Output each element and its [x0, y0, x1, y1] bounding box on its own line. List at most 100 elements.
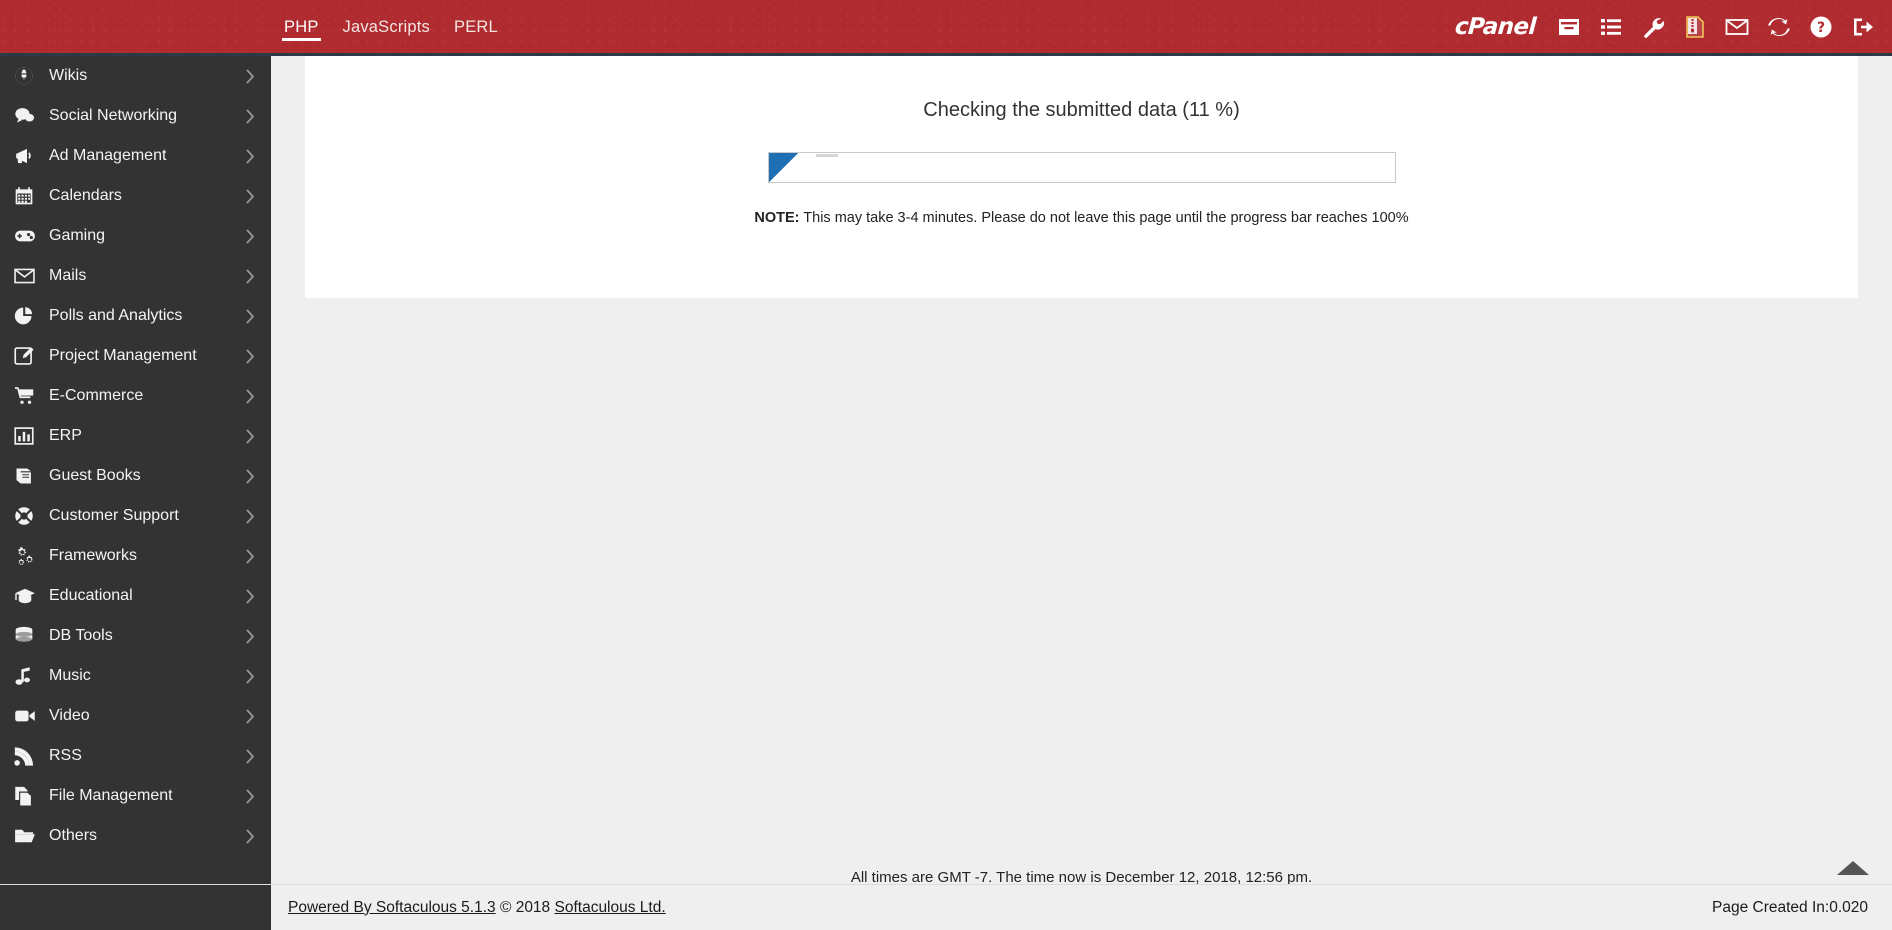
progress-bar: [767, 152, 1396, 183]
sidebar-item-label: ERP: [49, 427, 82, 444]
chevron-right-icon: [246, 188, 255, 204]
sidebar-item-social-networking[interactable]: Social Networking: [0, 96, 271, 136]
envelope-icon[interactable]: [1724, 14, 1750, 40]
sidebar-item-others[interactable]: Others: [0, 816, 271, 856]
chat-bubbles-icon: [14, 105, 40, 127]
sidebar-item-label: RSS: [49, 747, 82, 764]
sidebar-item-ad-management[interactable]: Ad Management: [0, 136, 271, 176]
category-sidebar[interactable]: Wikis Social Networking Ad Management Ca…: [0, 56, 271, 930]
chevron-right-icon: [246, 508, 255, 524]
chevron-right-icon: [246, 268, 255, 284]
chevron-right-icon: [246, 748, 255, 764]
sidebar-item-db-tools[interactable]: DB Tools: [0, 616, 271, 656]
chevron-right-icon: [246, 828, 255, 844]
sidebar-item-label: Educational: [49, 587, 133, 604]
footer-copyright: © 2018: [499, 898, 551, 916]
book-icon: [14, 465, 40, 487]
sidebar-item-wikis[interactable]: Wikis: [0, 56, 271, 96]
sidebar-item-project-management[interactable]: Project Management: [0, 336, 271, 376]
sidebar-item-calendars[interactable]: Calendars: [0, 176, 271, 216]
tab-javascripts[interactable]: JavaScripts: [341, 5, 432, 49]
sidebar-item-rss[interactable]: RSS: [0, 736, 271, 776]
sync-refresh-icon[interactable]: [1766, 14, 1792, 40]
pencil-square-icon: [14, 345, 40, 367]
chevron-right-icon: [246, 388, 255, 404]
tab-php[interactable]: PHP: [282, 5, 321, 49]
progress-bar-fill: [768, 153, 798, 182]
rss-icon: [14, 745, 40, 767]
calendar-icon: [14, 185, 40, 207]
progress-note-text: This may take 3-4 minutes. Please do not…: [803, 210, 1409, 226]
chevron-right-icon: [246, 68, 255, 84]
footer-sidebar-filler: [0, 885, 271, 930]
sidebar-item-frameworks[interactable]: Frameworks: [0, 536, 271, 576]
sidebar-item-label: Mails: [49, 267, 87, 284]
chevron-right-icon: [246, 308, 255, 324]
footer-bar: Powered By Softaculous 5.1.3 © 2018 Soft…: [0, 884, 1892, 930]
sidebar-item-e-commerce[interactable]: E-Commerce: [0, 376, 271, 416]
progress-title: Checking the submitted data (11 %): [923, 99, 1240, 121]
page-created-time: Page Created In:0.020: [1712, 898, 1868, 916]
chevron-right-icon: [246, 788, 255, 804]
chevron-right-icon: [246, 228, 255, 244]
script-language-tabs: PHP JavaScripts PERL: [282, 0, 500, 53]
sidebar-item-label: Ad Management: [49, 147, 167, 164]
bar-chart-icon: [14, 425, 40, 447]
logout-icon[interactable]: [1850, 14, 1876, 40]
pie-chart-icon: [14, 305, 40, 327]
sidebar-item-label: Frameworks: [49, 547, 138, 564]
sidebar-item-label: File Management: [49, 787, 173, 804]
archive-box-icon[interactable]: [1556, 14, 1582, 40]
main-content-area: Checking the submitted data (11 %) NOTE:…: [271, 56, 1892, 930]
copy-files-icon: [14, 785, 40, 807]
megaphone-icon: [14, 145, 40, 167]
sidebar-item-educational[interactable]: Educational: [0, 576, 271, 616]
progress-bar-tick: [815, 154, 838, 157]
sidebar-item-label: Social Networking: [49, 107, 178, 124]
sidebar-item-music[interactable]: Music: [0, 656, 271, 696]
chevron-right-icon: [246, 548, 255, 564]
softaculous-version-link[interactable]: Powered By Softaculous 5.1.3: [288, 899, 496, 916]
sidebar-item-label: Gaming: [49, 227, 106, 244]
globe-icon: [14, 65, 40, 87]
installation-progress-card: Checking the submitted data (11 %) NOTE:…: [305, 56, 1858, 298]
video-camera-icon: [14, 705, 40, 727]
wrench-icon[interactable]: [1640, 14, 1666, 40]
sidebar-item-label: Customer Support: [49, 507, 179, 524]
sidebar-item-label: Others: [49, 827, 98, 844]
chevron-right-icon: [246, 428, 255, 444]
scroll-to-top-icon[interactable]: [1837, 861, 1869, 875]
svg-text:?: ?: [1817, 20, 1825, 36]
sidebar-item-label: Guest Books: [49, 467, 141, 484]
folder-open-icon: [14, 825, 40, 847]
gears-icon: [14, 545, 40, 567]
chevron-right-icon: [246, 588, 255, 604]
sidebar-item-customer-support[interactable]: Customer Support: [0, 496, 271, 536]
file-zip-icon[interactable]: [1682, 14, 1708, 40]
envelope-icon: [14, 265, 40, 287]
chevron-right-icon: [246, 348, 255, 364]
softaculous-company-link[interactable]: Softaculous Ltd.: [555, 899, 666, 916]
gamepad-icon: [14, 225, 40, 247]
chevron-right-icon: [246, 708, 255, 724]
graduation-cap-icon: [14, 585, 40, 607]
chevron-right-icon: [246, 108, 255, 124]
sidebar-item-label: Video: [49, 707, 90, 724]
chevron-right-icon: [246, 148, 255, 164]
sidebar-item-label: E-Commerce: [49, 387, 144, 404]
help-circle-icon[interactable]: ?: [1808, 14, 1834, 40]
sidebar-item-label: Project Management: [49, 347, 197, 364]
tab-perl[interactable]: PERL: [452, 5, 500, 49]
sidebar-item-gaming[interactable]: Gaming: [0, 216, 271, 256]
sidebar-item-erp[interactable]: ERP: [0, 416, 271, 456]
sidebar-item-video[interactable]: Video: [0, 696, 271, 736]
list-icon[interactable]: [1598, 14, 1624, 40]
sidebar-item-polls-and-analytics[interactable]: Polls and Analytics: [0, 296, 271, 336]
sidebar-item-file-management[interactable]: File Management: [0, 776, 271, 816]
sidebar-item-mails[interactable]: Mails: [0, 256, 271, 296]
progress-note-prefix: NOTE:: [754, 210, 800, 226]
sidebar-item-label: DB Tools: [49, 627, 113, 644]
chevron-right-icon: [246, 468, 255, 484]
sidebar-item-label: Calendars: [49, 187, 122, 204]
sidebar-item-guest-books[interactable]: Guest Books: [0, 456, 271, 496]
